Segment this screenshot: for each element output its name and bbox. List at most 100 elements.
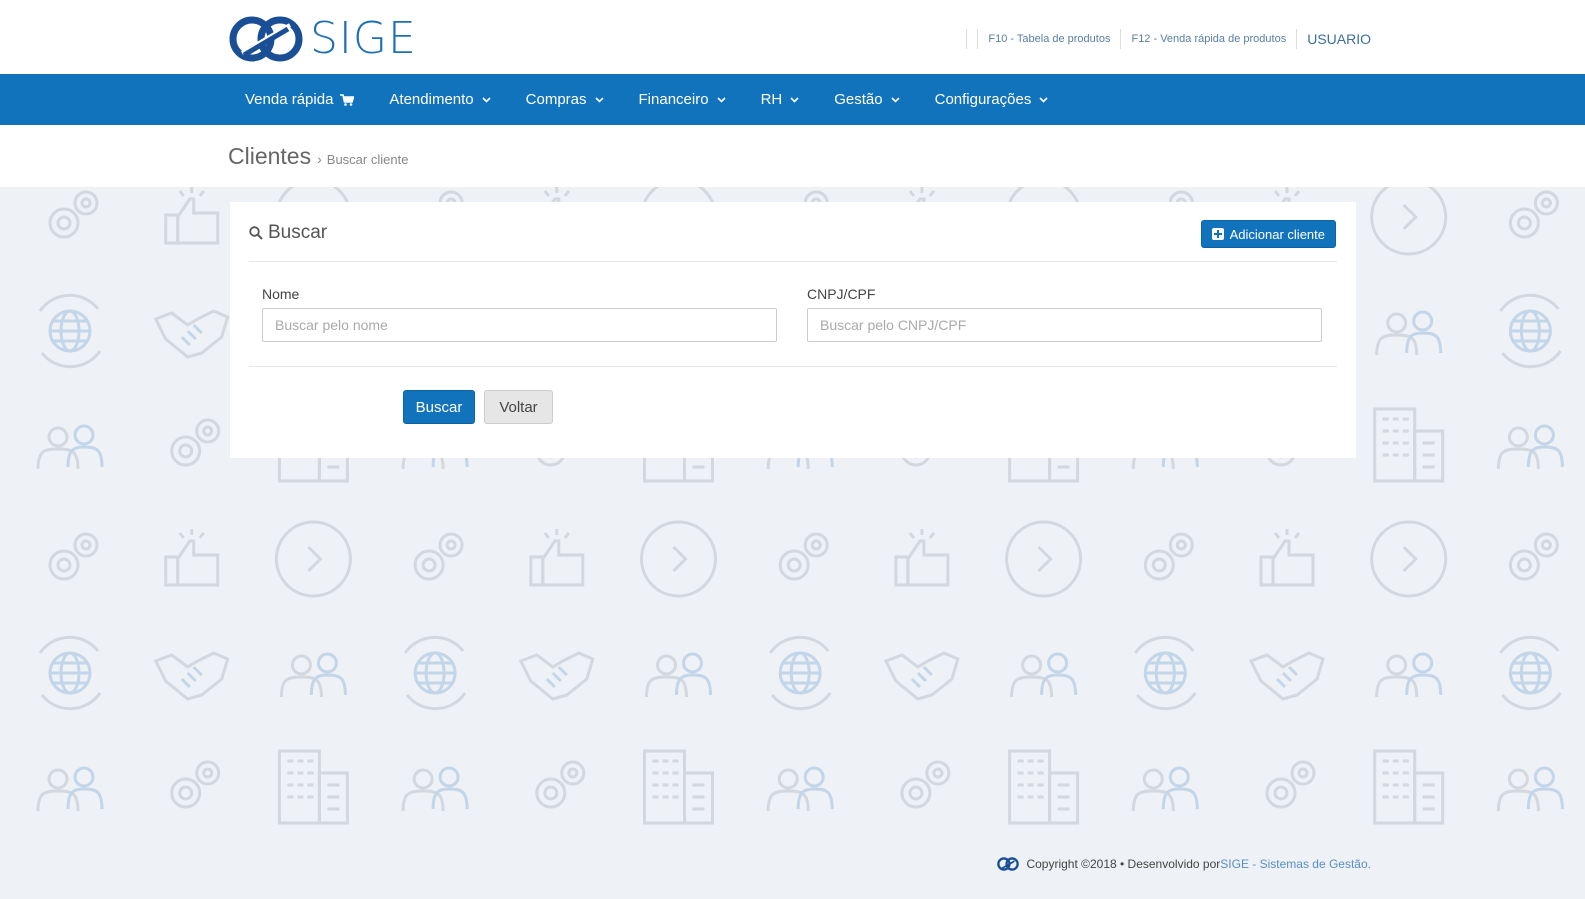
user-menu[interactable]: USUARIO	[1307, 31, 1371, 47]
pattern-gear-icon	[1508, 190, 1559, 239]
nav-item-service[interactable]: Atendimento	[372, 74, 508, 125]
cart-icon	[340, 93, 355, 106]
pattern-thumb-icon	[894, 527, 950, 587]
pattern-people-icon	[766, 766, 834, 813]
pattern-globe-icon	[1498, 635, 1562, 711]
pattern-building-icon	[277, 749, 349, 825]
logo-icon	[229, 16, 303, 62]
plus-square-icon	[1211, 228, 1224, 240]
card-title: Buscar	[268, 222, 328, 243]
pattern-people-icon	[36, 766, 104, 813]
top-links: F10 - Tabela de produtos F12 - Venda ráp…	[956, 28, 1371, 50]
developer-link[interactable]: SIGE - Sistemas de Gestão.	[1220, 857, 1371, 871]
pattern-hands-icon	[154, 651, 230, 701]
search-button[interactable]: Buscar	[403, 390, 475, 424]
pattern-people-icon	[36, 424, 104, 471]
pattern-hands-icon	[154, 309, 230, 359]
divider	[249, 261, 1337, 262]
separator	[977, 29, 979, 49]
cnpj-cpf-label: CNPJ/CPF	[807, 286, 876, 302]
pattern-hands-icon	[519, 651, 595, 701]
footer: Copyright ©2018 • Desenvolvido por SIGE …	[996, 857, 1371, 871]
nav-item-label: Venda rápida	[245, 91, 334, 108]
pattern-people-icon	[1375, 652, 1443, 699]
pattern-arrow-icon	[640, 520, 717, 598]
pattern-thumb-icon	[1259, 527, 1315, 587]
pattern-people-icon	[645, 652, 712, 699]
add-client-button[interactable]: Adicionar cliente	[1200, 220, 1336, 248]
pattern-gear-icon	[778, 532, 829, 581]
chevron-down-icon	[594, 96, 604, 103]
pattern-arrow-icon	[1370, 187, 1448, 256]
logo-text: SIGE	[310, 13, 417, 64]
nav-item-hr[interactable]: RH	[744, 74, 818, 125]
cnpj-cpf-search-input[interactable]	[807, 308, 1322, 342]
pattern-gear-icon	[1143, 532, 1194, 581]
search-card: Buscar Adicionar cliente Nome CNPJ/CPF B…	[230, 202, 1356, 458]
nav-item-purchases[interactable]: Compras	[509, 74, 622, 125]
chevron-down-icon	[891, 96, 900, 103]
pattern-thumb-icon	[529, 527, 585, 587]
separator	[1296, 29, 1298, 49]
pattern-arrow-icon	[274, 520, 352, 598]
search-icon	[249, 226, 263, 240]
breadcrumb: Clientes › Buscar cliente	[228, 143, 408, 170]
pattern-arrow-icon	[1370, 520, 1448, 598]
pattern-building-icon	[643, 749, 714, 825]
chevron-down-icon	[1039, 96, 1048, 103]
pattern-building-icon	[1373, 407, 1445, 483]
pattern-people-icon	[1131, 766, 1199, 813]
pattern-gear-icon	[413, 532, 464, 581]
breadcrumb-current: Buscar cliente	[326, 152, 409, 167]
pattern-thumb-icon	[164, 187, 220, 245]
nav-item-label: Atendimento	[389, 91, 474, 108]
pattern-hands-icon	[884, 651, 960, 701]
pattern-globe-icon	[38, 293, 102, 369]
pattern-people-icon	[1496, 766, 1564, 813]
name-search-input[interactable]	[262, 308, 777, 342]
f10-products-table-link[interactable]: F10 - Tabela de produtos	[988, 33, 1110, 45]
nav-item-settings[interactable]: Configurações	[918, 74, 1067, 125]
top-header: SIGE F10 - Tabela de produtos F12 - Vend…	[0, 0, 1585, 74]
nav-item-label: Gestão	[834, 91, 883, 108]
separator	[1120, 29, 1122, 49]
card-header: Buscar	[249, 222, 327, 244]
pattern-people-icon	[1010, 652, 1078, 699]
divider	[249, 366, 1337, 367]
pattern-gear-icon	[48, 190, 99, 239]
pattern-people-icon	[279, 652, 347, 699]
pattern-gear-icon	[1265, 760, 1316, 809]
nav-item-label: Compras	[525, 91, 587, 108]
chevron-down-icon	[790, 96, 799, 103]
pattern-arrow-icon	[1005, 520, 1083, 598]
nav-item-management[interactable]: Gestão	[817, 74, 917, 125]
pattern-gear-icon	[535, 760, 586, 809]
nav-item-financial[interactable]: Financeiro	[622, 74, 744, 125]
f12-quick-sale-link[interactable]: F12 - Venda rápida de produtos	[1131, 33, 1286, 45]
pattern-people-icon	[1375, 310, 1443, 357]
pattern-building-icon	[1008, 749, 1080, 825]
pattern-gear-icon	[170, 760, 221, 809]
logo[interactable]: SIGE	[228, 14, 417, 64]
nav-item-label: Configurações	[934, 91, 1032, 108]
nav-item-label: Financeiro	[638, 91, 709, 108]
pattern-gear-icon	[1508, 532, 1559, 581]
add-client-label: Adicionar cliente	[1229, 226, 1325, 242]
copyright-text: Copyright ©2018 • Desenvolvido por	[1026, 857, 1221, 871]
nav-item-quick-sale[interactable]: Venda rápida	[228, 74, 372, 125]
pattern-people-icon	[1496, 424, 1564, 471]
pattern-globe-icon	[38, 635, 102, 711]
pattern-people-icon	[401, 766, 469, 813]
pattern-thumb-icon	[164, 527, 220, 587]
page-title[interactable]: Clientes	[228, 143, 311, 170]
pattern-globe-icon	[1498, 293, 1562, 369]
pattern-hands-icon	[1249, 651, 1325, 701]
breadcrumb-band: Clientes › Buscar cliente	[0, 125, 1585, 187]
chevron-down-icon	[482, 96, 491, 103]
name-label: Nome	[262, 286, 300, 302]
back-button[interactable]: Voltar	[484, 390, 553, 424]
pattern-gear-icon	[170, 418, 221, 467]
logo-icon	[997, 857, 1020, 871]
main-navbar: Venda rápida Atendimento Compras Finance…	[0, 74, 1585, 125]
breadcrumb-separator: ›	[317, 151, 322, 167]
